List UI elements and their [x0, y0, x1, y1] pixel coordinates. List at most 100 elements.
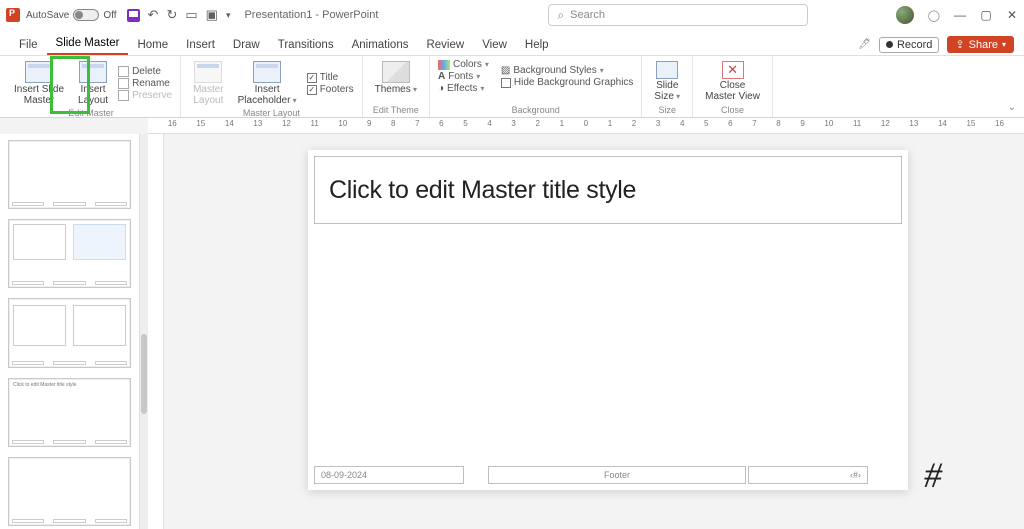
redo-icon[interactable]: ↻: [166, 7, 177, 23]
group-edit-master: Insert Slide Master Insert Layout Delete…: [0, 56, 181, 117]
preserve-button[interactable]: Preserve: [118, 90, 172, 101]
slide-thumbnails-pane[interactable]: Click to edit Master title style Click t…: [0, 134, 140, 529]
master-layout-button: Master Layout: [189, 59, 228, 108]
tab-file[interactable]: File: [10, 35, 47, 55]
fonts-dropdown[interactable]: AFonts: [438, 71, 489, 82]
insert-placeholder-button[interactable]: Insert Placeholder: [234, 59, 301, 108]
autosave-label: AutoSave: [26, 10, 69, 21]
ribbon: Insert Slide Master Insert Layout Delete…: [0, 56, 1024, 118]
thumbnail-layout[interactable]: Click to edit Master title style: [8, 378, 131, 447]
autosave-state: Off: [103, 10, 116, 21]
group-edit-theme: Themes Edit Theme: [363, 56, 430, 117]
insert-slide-master-button[interactable]: Insert Slide Master: [10, 59, 68, 108]
layout-icon: [79, 61, 107, 83]
title-placeholder[interactable]: Click to edit Master title style: [314, 156, 902, 224]
themes-icon: [382, 61, 410, 83]
tab-draw[interactable]: Draw: [224, 35, 269, 55]
title-bar: AutoSave Off ↶ ↻ ▭ ▣ ▾ Presentation1 - P…: [0, 0, 1024, 30]
themes-button[interactable]: Themes: [371, 59, 421, 98]
user-avatar[interactable]: [896, 6, 914, 24]
slide-master-icon: [25, 61, 53, 83]
thumbnail-layout[interactable]: [8, 457, 131, 526]
footer-placeholder[interactable]: Footer: [488, 466, 746, 484]
thumbnail-layout[interactable]: [8, 298, 131, 367]
save-icon[interactable]: [127, 9, 140, 22]
start-from-beginning-icon[interactable]: ▭: [185, 7, 197, 23]
group-size: Slide Size Size: [642, 56, 693, 117]
search-placeholder: Search: [570, 9, 605, 21]
undo-icon[interactable]: ↶: [148, 7, 159, 23]
qat-dropdown-icon[interactable]: ▾: [226, 10, 231, 21]
checkbox-icon: ✓: [307, 73, 317, 83]
placeholder-icon: [253, 61, 281, 83]
tab-review[interactable]: Review: [417, 35, 473, 55]
group-label: Size: [650, 105, 684, 117]
coming-soon-icon[interactable]: ◯: [928, 9, 940, 22]
background-styles-dropdown[interactable]: ▨Background Styles: [501, 65, 634, 76]
tab-view[interactable]: View: [473, 35, 516, 55]
workspace: Click to edit Master title style Click t…: [0, 134, 1024, 529]
rename-icon: [118, 78, 129, 89]
group-label: Close: [701, 105, 764, 117]
group-label: Background: [438, 105, 633, 117]
ribbon-tabs: File Slide Master Home Insert Draw Trans…: [0, 30, 1024, 56]
search-icon: ⌕: [557, 8, 564, 23]
comments-icon[interactable]: 🖊: [858, 39, 871, 50]
effects-dropdown[interactable]: ◑Effects: [438, 83, 489, 94]
thumbnails-scrollbar[interactable]: [140, 134, 148, 529]
checkbox-icon: ✓: [307, 85, 317, 95]
share-icon: ⇪: [955, 38, 964, 51]
ribbon-collapse-icon[interactable]: ⌄: [1008, 102, 1016, 113]
share-button[interactable]: ⇪Share▾: [947, 36, 1014, 53]
slide-layout[interactable]: Click to edit Master title style 08-09-2…: [308, 150, 908, 490]
toggle-off-icon[interactable]: [73, 9, 99, 21]
tab-transitions[interactable]: Transitions: [269, 35, 343, 55]
powerpoint-app-icon: [6, 8, 20, 22]
minimize-button[interactable]: —: [954, 8, 966, 22]
colors-dropdown[interactable]: Colors: [438, 59, 489, 70]
tab-help[interactable]: Help: [516, 35, 558, 55]
fonts-icon: A: [438, 71, 445, 82]
footers-checkbox[interactable]: ✓Footers: [307, 84, 354, 95]
tab-animations[interactable]: Animations: [343, 35, 418, 55]
master-layout-icon: [194, 61, 222, 83]
thumbnail-layout[interactable]: [8, 140, 131, 209]
record-dot-icon: [886, 41, 893, 48]
autosave-toggle[interactable]: AutoSave Off: [26, 9, 117, 21]
rename-button[interactable]: Rename: [118, 78, 172, 89]
group-master-layout: Master Layout Insert Placeholder ✓Title …: [181, 56, 363, 117]
tab-slide-master[interactable]: Slide Master: [47, 33, 129, 55]
delete-button[interactable]: Delete: [118, 66, 172, 77]
date-placeholder[interactable]: 08-09-2024: [314, 466, 464, 484]
thumbnail-layout[interactable]: [8, 219, 131, 288]
bg-styles-icon: ▨: [501, 65, 510, 76]
hide-bg-checkbox[interactable]: Hide Background Graphics: [501, 77, 634, 88]
hash-decorative-icon: #: [924, 454, 942, 496]
record-button[interactable]: Record: [879, 37, 939, 53]
effects-icon: ◑: [438, 83, 444, 94]
slide-canvas[interactable]: Click to edit Master title style 08-09-2…: [164, 134, 1024, 529]
search-input[interactable]: ⌕ Search: [548, 4, 808, 26]
delete-icon: [118, 66, 129, 77]
slide-size-button[interactable]: Slide Size: [650, 59, 684, 104]
present-icon[interactable]: ▣: [206, 7, 218, 23]
close-icon: ✕: [722, 61, 744, 79]
group-close: ✕ Close Master View Close: [693, 56, 773, 117]
colors-icon: [438, 60, 450, 70]
checkbox-empty-icon: [501, 78, 511, 88]
tab-insert[interactable]: Insert: [177, 35, 224, 55]
quick-access-toolbar: ↶ ↻ ▭ ▣ ▾: [127, 7, 231, 23]
close-window-button[interactable]: ✕: [1006, 8, 1018, 22]
close-master-view-button[interactable]: ✕ Close Master View: [701, 59, 764, 104]
insert-layout-button[interactable]: Insert Layout: [74, 59, 112, 108]
horizontal-ruler: 1615141312111098765432101234567891011121…: [148, 118, 1024, 134]
slide-number-placeholder[interactable]: ‹#›: [748, 466, 868, 484]
preserve-icon: [118, 90, 129, 101]
group-label: Edit Theme: [371, 105, 421, 117]
slide-size-icon: [656, 61, 678, 79]
document-title: Presentation1 - PowerPoint: [244, 9, 378, 21]
tab-home[interactable]: Home: [128, 35, 177, 55]
title-checkbox[interactable]: ✓Title: [307, 72, 354, 83]
vertical-ruler: [148, 134, 164, 529]
maximize-button[interactable]: ▢: [980, 8, 992, 22]
